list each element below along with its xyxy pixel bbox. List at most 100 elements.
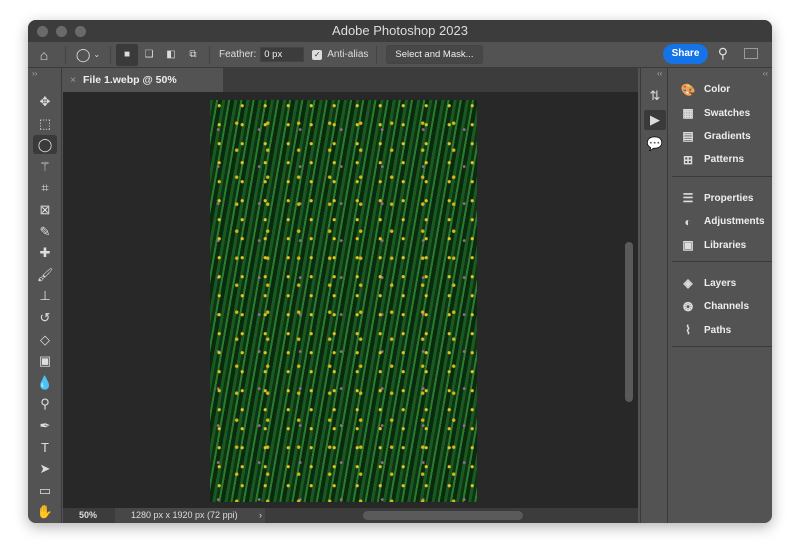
brush-icon: 🖌 — [36, 266, 54, 282]
crop-icon: ⌗ — [41, 180, 49, 196]
eraser-tool[interactable]: ◇ — [33, 330, 57, 349]
panel-layers[interactable]: ◈ Layers — [672, 272, 772, 295]
panel-label: Swatches — [704, 107, 751, 119]
history-icon[interactable]: ⇅ — [644, 86, 666, 106]
rect-marquee-tool[interactable]: ⬚ — [33, 114, 57, 133]
home-icon[interactable]: ⌂ — [28, 44, 60, 66]
panel-paths[interactable]: ⌇ Paths — [672, 319, 772, 342]
share-button[interactable]: Share — [663, 44, 708, 64]
workspace-icon[interactable] — [744, 48, 758, 59]
rect-marquee-icon: ⬚ — [38, 115, 52, 131]
panel-swatches[interactable]: ▦ Swatches — [672, 101, 772, 124]
options-bar: ⌂ ◯ ⌄ ■ ❏ ◧ ⧉ Feather: 0 px ✓ Anti-alias … — [28, 42, 772, 68]
panel-icon-strip: ‹‹ ⇅ ▶ 💬 — [640, 68, 668, 523]
panel-adjustments[interactable]: ◐ Adjustments — [672, 210, 772, 233]
panel-label: Gradients — [704, 130, 751, 142]
maximize-window-button[interactable] — [75, 26, 86, 37]
brush-tool[interactable]: 🖌 — [33, 265, 57, 284]
intersect-selection-icon[interactable]: ⧉ — [182, 44, 204, 66]
eyedropper-icon: ✎ — [39, 223, 51, 239]
clone-stamp-tool[interactable]: ⊥ — [33, 286, 57, 305]
dodge-icon: ⚲ — [40, 396, 50, 412]
rectangle-icon: ▭ — [38, 482, 52, 498]
panel-patterns[interactable]: ⊞ Patterns — [672, 148, 772, 171]
libraries-icon: ▣ — [682, 238, 694, 253]
healing-brush-tool[interactable]: ✚ — [33, 243, 57, 262]
select-and-mask-button[interactable]: Select and Mask... — [386, 45, 483, 64]
panel-group: ◈ Layers ❂ Channels ⌇ Paths — [672, 262, 772, 347]
gradient-tool[interactable]: ▣ — [33, 351, 57, 370]
collapse-panels-icon[interactable]: ‹‹ — [763, 69, 768, 78]
healing-brush-icon: ✚ — [39, 245, 51, 261]
blur-tool[interactable]: 💧 — [33, 373, 57, 392]
hand-icon: ✋ — [36, 504, 54, 520]
tools-panel: ›› ✥ ⬚ ◯ ⚚ ⌗ ⊠ ✎ ✚ 🖌 ⊥ ↺ ◇ ▣ 💧 ⚲ ✒ T ➤ ▭ ✋ — [28, 68, 62, 523]
swatches-icon: ▦ — [682, 106, 694, 121]
dodge-tool[interactable]: ⚲ — [33, 394, 57, 413]
expand-toolbar-icon[interactable]: ›› — [32, 69, 37, 78]
title-bar: Adobe Photoshop 2023 — [28, 20, 772, 42]
close-window-button[interactable] — [37, 26, 48, 37]
collapse-strip-icon[interactable]: ‹‹ — [657, 69, 662, 78]
pen-icon: ✒ — [39, 418, 51, 433]
type-tool[interactable]: T — [33, 438, 57, 457]
blur-icon: 💧 — [36, 374, 54, 390]
eyedropper-tool[interactable]: ✎ — [33, 222, 57, 241]
panel-label: Layers — [704, 277, 737, 289]
meadow-image — [210, 100, 477, 502]
comments-icon[interactable]: 💬 — [644, 134, 666, 154]
horizontal-scrollbar[interactable] — [363, 511, 523, 520]
panel-channels[interactable]: ❂ Channels — [672, 295, 772, 318]
feather-input[interactable]: 0 px — [260, 47, 305, 62]
subtract-selection-icon[interactable]: ◧ — [160, 44, 182, 66]
document-tab[interactable]: ×File 1.webp @ 50% (RGB/8#) — [63, 68, 223, 110]
document-info: 1280 px x 1920 px (72 ppi) — [115, 508, 265, 523]
panel-label: Paths — [704, 324, 732, 336]
actions-play-icon[interactable]: ▶ — [644, 110, 666, 130]
antialias-checkbox[interactable]: ✓ — [312, 49, 323, 60]
lasso-icon: ◯ — [37, 137, 53, 153]
panel-gradients[interactable]: ▤ Gradients — [672, 125, 772, 148]
new-selection-icon[interactable]: ■ — [116, 43, 138, 66]
path-selection-icon: ➤ — [39, 461, 51, 477]
panel-label: Patterns — [704, 154, 745, 166]
window-controls — [37, 26, 86, 37]
eraser-icon: ◇ — [40, 331, 50, 347]
path-selection-tool[interactable]: ➤ — [33, 459, 57, 478]
add-to-selection-icon[interactable]: ❏ — [138, 44, 160, 66]
move-tool[interactable]: ✥ — [33, 92, 57, 111]
history-brush-tool[interactable]: ↺ — [33, 308, 57, 327]
window-title: Adobe Photoshop 2023 — [332, 23, 468, 38]
status-bar: 50% 1280 px x 1920 px (72 ppi) › — [63, 508, 638, 523]
close-tab-icon[interactable]: × — [70, 68, 76, 92]
chevron-down-icon: ⌄ — [93, 50, 101, 59]
crop-tool[interactable]: ⌗ — [33, 178, 57, 197]
layers-icon: ◈ — [683, 276, 693, 291]
lasso-preset-picker[interactable]: ◯ ⌄ — [71, 44, 105, 66]
hand-tool[interactable]: ✋ — [33, 502, 57, 521]
antialias-label: Anti-alias — [327, 49, 369, 60]
photoshop-window: Adobe Photoshop 2023 ⌂ ◯ ⌄ ■ ❏ ◧ ⧉ Feathe… — [28, 20, 772, 523]
search-icon[interactable]: ⚲ — [718, 45, 728, 62]
pen-tool[interactable]: ✒ — [33, 416, 57, 435]
magic-wand-tool[interactable]: ⚚ — [33, 157, 57, 176]
channels-icon: ❂ — [682, 299, 694, 314]
properties-icon: ☰ — [682, 191, 694, 206]
lasso-icon: ◯ — [75, 46, 91, 62]
frame-icon: ⊠ — [39, 202, 51, 217]
rectangle-tool[interactable]: ▭ — [33, 481, 57, 500]
color-icon: 🎨 — [680, 82, 696, 97]
lasso-tool[interactable]: ◯ — [33, 135, 57, 155]
minimize-window-button[interactable] — [56, 26, 67, 37]
clone-stamp-icon: ⊥ — [39, 288, 51, 304]
canvas[interactable] — [63, 92, 638, 508]
panel-libraries[interactable]: ▣ Libraries — [672, 233, 772, 256]
frame-tool[interactable]: ⊠ — [33, 200, 57, 219]
vertical-scrollbar[interactable] — [625, 242, 633, 402]
panel-group: 🎨 Color ▦ Swatches ▤ Gradients ⊞ Patterns — [672, 68, 772, 177]
panel-color[interactable]: 🎨 Color — [672, 78, 772, 101]
document-area: ×File 1.webp @ 50% (RGB/8#) 50% 1280 px … — [63, 68, 638, 523]
zoom-level[interactable]: 50% — [79, 508, 97, 523]
chevron-right-icon[interactable]: › — [259, 508, 262, 523]
panel-properties[interactable]: ☰ Properties — [672, 187, 772, 210]
